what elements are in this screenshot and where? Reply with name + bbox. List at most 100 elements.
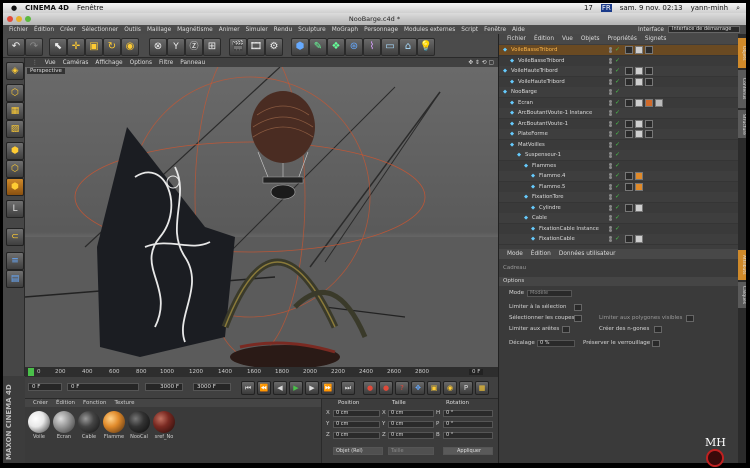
om-menu-fichier[interactable]: Fichier (507, 36, 526, 42)
material-tag-icon[interactable] (635, 172, 643, 180)
tab-attributs[interactable]: Attributs (738, 250, 746, 280)
spline-pen-icon[interactable]: ✎ (309, 38, 327, 56)
material-tag-icon[interactable] (635, 98, 643, 107)
apply-button[interactable]: Appliquer (443, 447, 493, 455)
coord-mode-dropdown[interactable]: Objet (Rel) (333, 447, 383, 455)
pos-x-field[interactable]: 0 cm (333, 410, 380, 417)
object-name[interactable]: MatVoilles (518, 140, 545, 150)
go-to-start-icon[interactable]: ⏮ (241, 381, 255, 395)
om-menu-edition[interactable]: Édition (534, 36, 554, 42)
object-name[interactable]: ArcBoutantVoute-1 (518, 119, 568, 129)
attr-menu-donnees[interactable]: Données utilisateur (559, 251, 616, 257)
keyframe-selection-icon[interactable]: ? (395, 381, 409, 395)
material-tag-icon[interactable] (625, 182, 633, 191)
key-param-icon[interactable]: P (459, 381, 473, 395)
go-to-end-icon[interactable]: ⏭ (341, 381, 355, 395)
cube-primitive-icon[interactable]: ⬢ (291, 38, 309, 56)
material-tag-icon[interactable] (625, 77, 633, 86)
material-tag-icon[interactable] (635, 203, 643, 212)
material-tag-icon[interactable] (635, 67, 643, 75)
object-name[interactable]: Suspenseur-1 (525, 150, 561, 160)
object-row[interactable]: ◆ FixationTore ✓ (499, 192, 739, 203)
key-pla-icon[interactable]: ▦ (475, 381, 489, 395)
om-menu-vue[interactable]: Vue (562, 36, 573, 42)
om-menu-proprietes[interactable]: Propriétés (608, 36, 637, 42)
window-menu[interactable]: Fenêtre (77, 4, 103, 12)
menu-outils[interactable]: Outils (124, 27, 141, 33)
mode-dropdown[interactable]: Modèle (527, 290, 572, 297)
render-settings-icon[interactable]: ⚙ (265, 38, 283, 56)
menu-selectionner[interactable]: Sélectionner (82, 27, 118, 33)
rotate-icon[interactable]: ↻ (103, 38, 121, 56)
material-tag-icon[interactable] (625, 130, 633, 138)
object-name[interactable]: Flammes (532, 161, 556, 171)
pos-y-field[interactable]: 0 cm (333, 421, 380, 428)
minimize-window-button[interactable] (16, 16, 22, 22)
menu-personnage[interactable]: Personnage (364, 27, 398, 33)
menu-script[interactable]: Script (461, 27, 478, 33)
material-tag-icon[interactable] (625, 67, 633, 75)
material-tag-icon[interactable] (645, 46, 653, 54)
material-voile[interactable]: Voile (27, 411, 51, 441)
object-row[interactable]: ◆ MatVoilles ✓ (499, 139, 739, 151)
menu-sculpture[interactable]: Sculpture (298, 27, 326, 33)
object-name[interactable]: VoileHauteTribord (511, 66, 558, 76)
mat-menu-creer[interactable]: Créer (33, 400, 48, 406)
object-name[interactable]: Cylindre (539, 203, 561, 213)
object-row[interactable]: ◆ NooBarge ✓ (499, 87, 739, 98)
menu-edition[interactable]: Édition (34, 27, 54, 33)
visibility-toggles[interactable]: ✓ (609, 204, 623, 211)
visibility-toggles[interactable]: ✓ (609, 78, 623, 85)
visibility-toggles[interactable]: ✓ (609, 110, 623, 116)
om-menu-signets[interactable]: Signets (645, 36, 667, 42)
object-row[interactable]: ◆ PlateForme ✓ (499, 129, 739, 140)
attr-menu-mode[interactable]: Mode (507, 251, 523, 257)
viewport-menu-options[interactable]: Options (130, 60, 152, 66)
undo-icon[interactable]: ↶ (7, 38, 25, 56)
workplane-lock-icon[interactable]: ≡ (6, 252, 24, 270)
material-tag-icon[interactable] (645, 130, 653, 138)
options-section-header[interactable]: Options (499, 277, 739, 286)
visibility-toggles[interactable]: ✓ (609, 194, 623, 200)
material-tag-icon[interactable] (645, 77, 653, 86)
visibility-toggles[interactable]: ✓ (609, 225, 623, 232)
min-frame-field[interactable]: 0 F (67, 383, 139, 391)
edges-mode-icon[interactable]: ⬡ (6, 160, 24, 178)
object-row[interactable]: ◆ ArcBoutantVoute-1 ✓ (499, 118, 739, 130)
material-cable[interactable]: Cable (77, 411, 101, 441)
prev-frame-icon[interactable]: ◀ (273, 381, 287, 395)
planar-workplane-icon[interactable]: ▤ (6, 270, 24, 288)
material-tag-icon[interactable] (635, 77, 643, 86)
object-row[interactable]: ◆ Cylindre ✓ (499, 202, 739, 214)
cloner-icon[interactable]: ⊛ (345, 38, 363, 56)
play-icon[interactable]: ▶ (289, 381, 303, 395)
visibility-toggles[interactable]: ✓ (609, 68, 623, 74)
viewport-menu-panneau[interactable]: Panneau (180, 60, 205, 66)
object-name[interactable]: ArcBoutantVoute-1 Instance (518, 108, 592, 118)
material-tag-icon[interactable] (655, 98, 663, 107)
object-name[interactable]: PlateForme (518, 129, 548, 139)
app-name-menu[interactable]: CINEMA 4D (25, 4, 69, 12)
flag-icon[interactable]: FR (600, 4, 612, 12)
size-y-field[interactable]: 0 cm (388, 421, 434, 428)
material-tag-icon[interactable] (625, 235, 633, 243)
coordinate-system-icon[interactable]: ⊞ (203, 38, 221, 56)
mat-menu-fonction[interactable]: Fonction (83, 400, 106, 406)
camera-icon[interactable]: ⌂ (399, 38, 417, 56)
visibility-toggles[interactable]: ✓ (609, 57, 623, 64)
polygons-mode-icon[interactable]: ⬢ (6, 178, 24, 196)
move-icon[interactable]: ✛ (67, 38, 85, 56)
object-row[interactable]: ◆ Suspenseur-1 ✓ (499, 150, 739, 161)
visibility-toggles[interactable]: ✓ (609, 120, 623, 127)
menu-mograph[interactable]: MoGraph (332, 27, 358, 33)
preview-max-field[interactable]: 3000 F (145, 383, 183, 391)
object-row[interactable]: ◆ Ecran ✓ (499, 97, 739, 109)
visibility-toggles[interactable]: ✓ (609, 236, 623, 242)
next-frame-icon[interactable]: ▶ (305, 381, 319, 395)
limit-edges-checkbox[interactable] (562, 326, 570, 333)
object-row[interactable]: ◆ VoileHauteTribord ✓ (499, 76, 739, 88)
rot-b-field[interactable]: 0 ° (443, 432, 493, 439)
object-row[interactable]: ◆ Flamme.4 ✓ (499, 171, 739, 182)
axis-mode-icon[interactable]: L (6, 200, 24, 218)
tab-contenus[interactable]: Contenus (738, 70, 746, 108)
